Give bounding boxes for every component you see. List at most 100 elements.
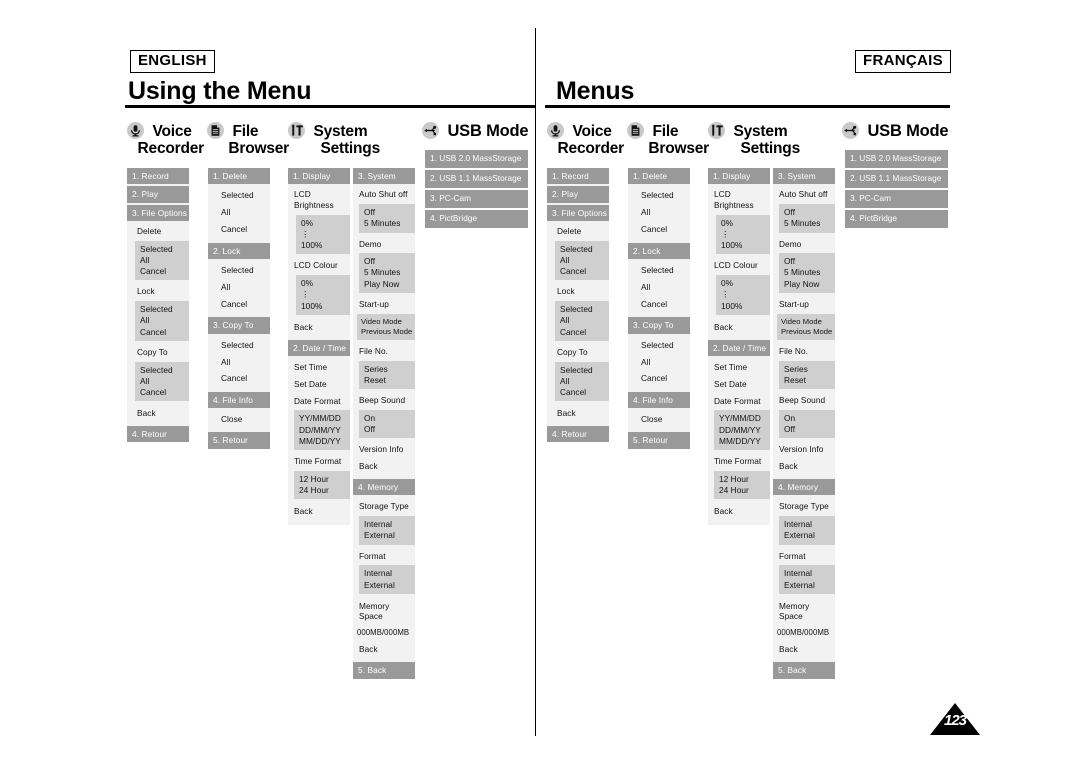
menu-item-lock[interactable]: 2. Lock bbox=[208, 242, 270, 260]
option-yymmdd[interactable]: YY/MM/DD bbox=[299, 413, 350, 424]
option-all[interactable]: All bbox=[560, 315, 609, 326]
option-off[interactable]: Off bbox=[364, 207, 415, 218]
menu-item-lcd-brightness[interactable]: LCD Brightness bbox=[708, 184, 770, 214]
menu-item-back[interactable]: Back bbox=[288, 316, 350, 340]
option-5-minutes[interactable]: 5 Minutes bbox=[784, 218, 835, 229]
option-off[interactable]: Off bbox=[784, 256, 835, 267]
option-mmddyy[interactable]: MM/DD/YY bbox=[719, 436, 770, 447]
menu-item-set-date[interactable]: Set Date bbox=[708, 376, 770, 393]
option-cancel[interactable]: Cancel bbox=[560, 266, 609, 277]
usb-option-pc-cam[interactable]: 3. PC-Cam bbox=[425, 189, 528, 208]
option-internal[interactable]: Internal bbox=[784, 568, 835, 579]
option-previous-mode[interactable]: Previous Mode bbox=[781, 327, 835, 337]
menu-item-back[interactable]: Back bbox=[288, 500, 350, 525]
menu-item-format[interactable]: Format bbox=[773, 546, 835, 565]
menu-item-system[interactable]: 3. System bbox=[773, 168, 835, 185]
option-all[interactable]: All bbox=[208, 204, 270, 221]
menu-item-back[interactable]: Back bbox=[127, 402, 189, 426]
menu-item-play[interactable]: 2. Play bbox=[127, 186, 189, 203]
option-all[interactable]: All bbox=[208, 279, 270, 296]
option-all[interactable]: All bbox=[628, 354, 690, 371]
option-selected[interactable]: Selected bbox=[560, 304, 609, 315]
menu-item-lcd-brightness[interactable]: LCD Brightness bbox=[288, 184, 350, 214]
option-all[interactable]: All bbox=[560, 376, 609, 387]
option-selected[interactable]: Selected bbox=[628, 259, 690, 279]
menu-item-storage-type[interactable]: Storage Type bbox=[353, 495, 415, 515]
menu-item-retour[interactable]: 5. Retour bbox=[208, 432, 270, 449]
option-selected[interactable]: Selected bbox=[208, 184, 270, 204]
option-cancel[interactable]: Cancel bbox=[628, 221, 690, 243]
menu-item-back[interactable]: Back bbox=[353, 458, 415, 479]
option-external[interactable]: External bbox=[364, 580, 415, 591]
usb-option-1-1-massstorage[interactable]: 2. USB 1.1 MassStorage bbox=[425, 169, 528, 188]
menu-item-record[interactable]: 1. Record bbox=[127, 168, 189, 185]
menu-item-date-time[interactable]: 2. Date / Time bbox=[288, 339, 350, 356]
option-cancel[interactable]: Cancel bbox=[628, 370, 690, 392]
option-24-hour[interactable]: 24 Hour bbox=[719, 485, 770, 496]
usb-option-2-0-massstorage[interactable]: 1. USB 2.0 MassStorage bbox=[845, 150, 948, 168]
menu-item-file-options[interactable]: 3. File Options bbox=[547, 204, 609, 222]
menu-item-retour[interactable]: 4. Retour bbox=[547, 425, 609, 443]
option-off[interactable]: Off bbox=[784, 424, 835, 435]
menu-item-back[interactable]: Back bbox=[773, 641, 835, 662]
menu-item-memory[interactable]: 4. Memory bbox=[773, 479, 835, 496]
menu-item-back-last[interactable]: 5. Back bbox=[353, 662, 415, 679]
menu-item-lcd-colour[interactable]: LCD Colour bbox=[288, 255, 350, 274]
option-cancel[interactable]: Cancel bbox=[140, 327, 189, 338]
menu-item-record[interactable]: 1. Record bbox=[547, 168, 609, 185]
menu-item-retour[interactable]: 4. Retour bbox=[127, 425, 189, 443]
menu-item-start-up[interactable]: Start-up bbox=[773, 294, 835, 313]
usb-option-pictbridge[interactable]: 4. PictBridge bbox=[845, 209, 948, 228]
option-all[interactable]: All bbox=[140, 315, 189, 326]
option-all[interactable]: All bbox=[628, 204, 690, 221]
option-cancel[interactable]: Cancel bbox=[140, 266, 189, 277]
menu-item-memory[interactable]: 4. Memory bbox=[353, 479, 415, 496]
menu-item-copy-to[interactable]: 3. Copy To bbox=[208, 317, 270, 334]
menu-item-date-format[interactable]: Date Format bbox=[288, 393, 350, 410]
menu-item-delete[interactable]: 1. Delete bbox=[208, 168, 270, 185]
menu-item-display[interactable]: 1. Display bbox=[708, 168, 770, 185]
menu-item-demo[interactable]: Demo bbox=[773, 234, 835, 253]
option-series[interactable]: Series bbox=[364, 364, 415, 375]
option-5-minutes[interactable]: 5 Minutes bbox=[784, 267, 835, 278]
menu-item-play[interactable]: 2. Play bbox=[547, 186, 609, 203]
option-video-mode[interactable]: Video Mode bbox=[781, 317, 835, 327]
option-selected[interactable]: Selected bbox=[628, 334, 690, 354]
option-selected[interactable]: Selected bbox=[560, 244, 609, 255]
menu-item-time-format[interactable]: Time Format bbox=[708, 451, 770, 470]
menu-item-set-date[interactable]: Set Date bbox=[288, 376, 350, 393]
menu-item-lock[interactable]: Lock bbox=[127, 281, 189, 300]
option-off[interactable]: Off bbox=[364, 256, 415, 267]
menu-item-lock[interactable]: 2. Lock bbox=[628, 242, 690, 260]
menu-item-time-format[interactable]: Time Format bbox=[288, 451, 350, 470]
option-all[interactable]: All bbox=[140, 255, 189, 266]
menu-item-file-info[interactable]: 4. File Info bbox=[208, 392, 270, 409]
menu-item-delete[interactable]: 1. Delete bbox=[628, 168, 690, 185]
option-previous-mode[interactable]: Previous Mode bbox=[361, 327, 415, 337]
option-reset[interactable]: Reset bbox=[784, 375, 835, 386]
option-all[interactable]: All bbox=[208, 354, 270, 371]
option-mmddyy[interactable]: MM/DD/YY bbox=[299, 436, 350, 447]
option-all[interactable]: All bbox=[140, 376, 189, 387]
option-cancel[interactable]: Cancel bbox=[208, 221, 270, 243]
menu-item-storage-type[interactable]: Storage Type bbox=[773, 495, 835, 515]
menu-item-system[interactable]: 3. System bbox=[353, 168, 415, 185]
usb-option-1-1-massstorage[interactable]: 2. USB 1.1 MassStorage bbox=[845, 169, 948, 188]
usb-option-pc-cam[interactable]: 3. PC-Cam bbox=[845, 189, 948, 208]
option-24-hour[interactable]: 24 Hour bbox=[299, 485, 350, 496]
menu-item-copy-to[interactable]: 3. Copy To bbox=[628, 317, 690, 334]
option-5-minutes[interactable]: 5 Minutes bbox=[364, 267, 415, 278]
option-selected[interactable]: Selected bbox=[140, 244, 189, 255]
menu-item-file-options[interactable]: 3. File Options bbox=[127, 204, 189, 222]
option-play-now[interactable]: Play Now bbox=[364, 279, 415, 290]
option-selected[interactable]: Selected bbox=[208, 334, 270, 354]
option-internal[interactable]: Internal bbox=[364, 568, 415, 579]
menu-item-back[interactable]: Back bbox=[547, 402, 609, 426]
option-external[interactable]: External bbox=[784, 580, 835, 591]
menu-item-back[interactable]: Back bbox=[708, 500, 770, 525]
menu-item-file-info[interactable]: 4. File Info bbox=[628, 392, 690, 409]
option-external[interactable]: External bbox=[784, 530, 835, 541]
menu-item-auto-shut-off[interactable]: Auto Shut off bbox=[773, 184, 835, 203]
usb-option-2-0-massstorage[interactable]: 1. USB 2.0 MassStorage bbox=[425, 150, 528, 168]
menu-item-version-info[interactable]: Version Info bbox=[353, 439, 415, 458]
